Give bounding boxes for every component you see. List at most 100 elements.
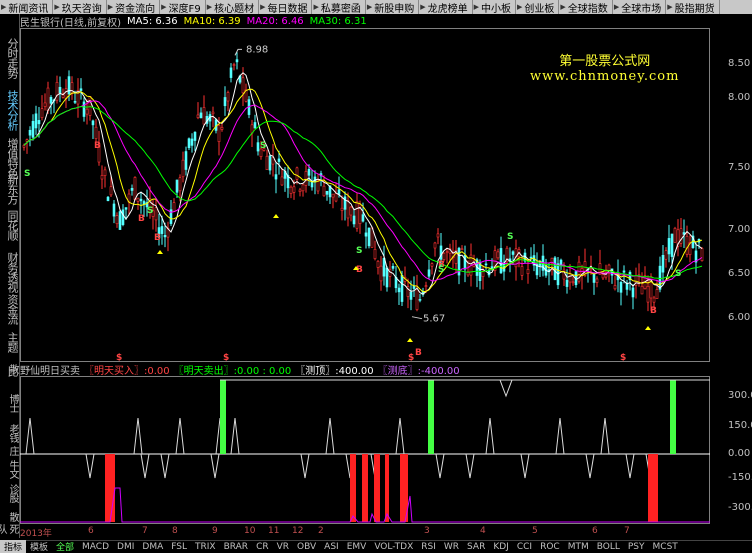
- tab-cr[interactable]: CR: [252, 542, 273, 552]
- candle-body: [58, 86, 62, 94]
- arrow-icon: ▶: [161, 3, 167, 11]
- tab-trix[interactable]: TRIX: [191, 542, 220, 552]
- candle-body: [352, 215, 356, 225]
- tab-sar[interactable]: SAR: [463, 542, 489, 552]
- toolbar-item-label: 股指期货: [674, 3, 715, 15]
- toolbar-item-7[interactable]: ▶ 新股申购: [366, 0, 420, 14]
- month-label: 7: [142, 526, 148, 536]
- toolbar-item-8[interactable]: ▶ 龙虎榜单: [419, 0, 473, 14]
- toolbar-item-label: 全球指数: [567, 3, 608, 15]
- price-tick-0: 8.00: [728, 92, 751, 103]
- toolbar-item-10[interactable]: ▶ 创业板: [516, 0, 560, 14]
- tab-dmi[interactable]: DMI: [113, 542, 138, 552]
- sell-marker: S: [675, 269, 681, 279]
- sidebar-item-7[interactable]: 主题: [2, 332, 19, 352]
- arrow-icon: ▶: [667, 3, 673, 11]
- up-spike: [395, 417, 405, 455]
- candle-body: [700, 248, 704, 261]
- candle-body: [118, 211, 122, 230]
- price-axis: 8.00 7.50 7.00 6.50 6.00 8.50: [710, 28, 752, 362]
- sidebar-item-4[interactable]: 同花顺: [2, 210, 19, 240]
- tab-brar[interactable]: BRAR: [220, 542, 252, 552]
- tab-fsl[interactable]: FSL: [167, 542, 191, 552]
- arrow-icon: ▶: [613, 3, 620, 11]
- tab-obv[interactable]: OBV: [293, 542, 320, 552]
- sidebar-item-2[interactable]: 增值特色: [2, 138, 19, 178]
- tab-roc[interactable]: ROC: [536, 542, 564, 552]
- toolbar-item-9[interactable]: ▶ 中小板: [473, 0, 517, 14]
- toolbar-item-1[interactable]: ▶ 玖天咨询: [53, 0, 107, 14]
- candle-body: [274, 174, 278, 180]
- candle-body: [370, 227, 374, 248]
- tab-wr[interactable]: WR: [440, 542, 463, 552]
- down-spike: [85, 453, 95, 479]
- tab-dma[interactable]: DMA: [138, 542, 167, 552]
- candle-body: [331, 193, 335, 198]
- toolbar-item-11[interactable]: ▶ 全球指数: [559, 0, 613, 15]
- tab-cci[interactable]: CCI: [513, 542, 536, 552]
- tab-rsi[interactable]: RSI: [417, 542, 440, 552]
- toolbar-item-6[interactable]: ▶ 私募密函: [312, 0, 366, 14]
- ind-tick-3: -150.00: [728, 472, 752, 483]
- toolbar-item-3[interactable]: ▶ 深度F9: [160, 0, 206, 14]
- sidebar-item-1[interactable]: 技术分析: [2, 90, 19, 130]
- tab-mcst[interactable]: MCST: [649, 542, 682, 552]
- tab-emv[interactable]: EMV: [343, 542, 371, 552]
- candle-body: [364, 232, 368, 237]
- tab-boll[interactable]: BOLL: [593, 542, 624, 552]
- candle-body: [268, 155, 272, 171]
- sidebar-item-6[interactable]: 资金流: [2, 294, 19, 324]
- toolbar-item-label: 每日数据: [267, 3, 308, 15]
- sidebar-item-0[interactable]: 分时走势: [2, 38, 19, 78]
- indicator-chart[interactable]: [20, 376, 710, 524]
- candle-body: [31, 120, 35, 138]
- candle-body: [109, 186, 113, 196]
- candle-body: [355, 201, 359, 229]
- candle-body: [187, 138, 191, 148]
- buy-bar: [374, 454, 380, 522]
- candle-body: [235, 59, 239, 63]
- toolbar-item-0[interactable]: ▶ 新闻资讯: [0, 0, 54, 14]
- candle-body: [22, 144, 26, 148]
- toolbar-item-13[interactable]: ▶ 股指期货: [666, 0, 720, 15]
- tab-vol-tdx[interactable]: VOL-TDX: [370, 542, 417, 552]
- candle-body: [631, 287, 635, 298]
- candle-body: [658, 265, 662, 290]
- candle-body: [220, 127, 224, 130]
- toolbar-item-12[interactable]: ▶ 全球市场: [613, 0, 667, 14]
- sidebar-item-3[interactable]: 新东方: [2, 174, 19, 204]
- arrow-up-icon: [157, 250, 163, 254]
- up-spike: [555, 417, 565, 455]
- price-chart[interactable]: 8.985.67BBBBBB BSSSSSSS$ $ $ $: [20, 28, 710, 362]
- toolbar-item-4[interactable]: ▶ 核心题材: [206, 0, 260, 14]
- toolbar-item-5[interactable]: ▶ 每日数据: [259, 0, 313, 15]
- candle-body: [37, 120, 41, 125]
- tab-kdj[interactable]: KDJ: [489, 542, 513, 552]
- tab-psy[interactable]: PSY: [624, 542, 649, 552]
- down-spike: [625, 453, 635, 479]
- candle-body: [112, 203, 116, 217]
- sell-bar: [670, 380, 676, 454]
- toolbar-item-2[interactable]: ▶ 资金流向: [107, 0, 161, 14]
- tab-asi[interactable]: ASI: [320, 542, 343, 552]
- candle-body: [346, 200, 350, 219]
- ind-tick-4: -300.00: [728, 502, 752, 513]
- candle-body: [613, 285, 617, 290]
- candle-body: [160, 226, 164, 234]
- tab-模板[interactable]: 模板: [26, 540, 52, 553]
- sidebar-item-5[interactable]: 财务透视: [2, 252, 19, 292]
- bottom-label: 测底: [387, 365, 408, 377]
- tab-vr[interactable]: VR: [273, 542, 293, 552]
- candle-body: [253, 122, 257, 129]
- candle-body: [412, 285, 416, 289]
- tab-全部[interactable]: 全部: [52, 540, 78, 553]
- tab-指标[interactable]: 指标: [0, 540, 27, 553]
- buy-bar: [350, 454, 356, 522]
- tab-macd[interactable]: MACD: [78, 542, 113, 552]
- candle-body: [193, 131, 197, 141]
- arrow-up-icon: [273, 214, 279, 218]
- sell-marker: S: [147, 206, 153, 216]
- candle-body: [379, 265, 383, 282]
- candle-body: [427, 269, 431, 277]
- tab-mtm[interactable]: MTM: [564, 542, 593, 552]
